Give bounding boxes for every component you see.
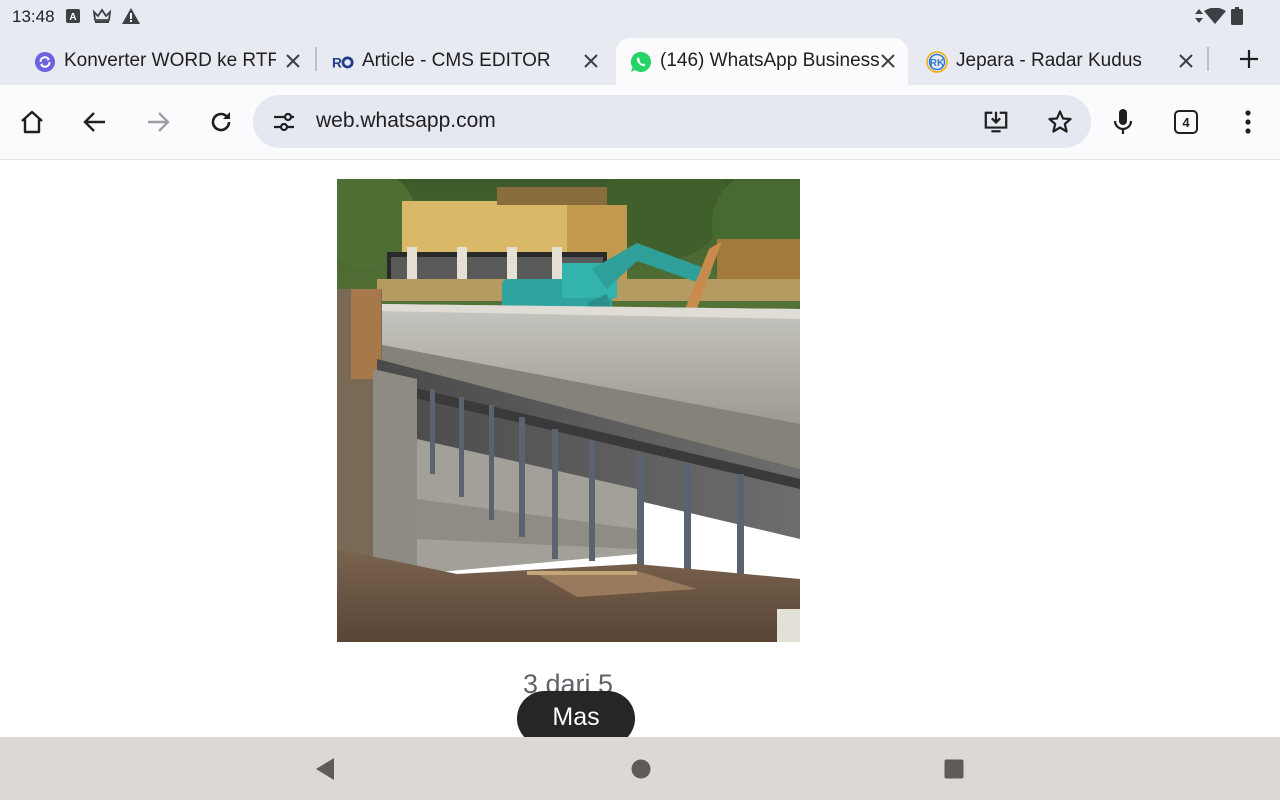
status-bar: 13:48 A bbox=[0, 0, 1280, 34]
svg-text:A: A bbox=[69, 12, 76, 23]
a-box-icon: A bbox=[66, 7, 80, 25]
crown-icon bbox=[92, 7, 112, 25]
nav-recents-button[interactable] bbox=[940, 755, 968, 783]
tab-switcher-button[interactable]: 4 bbox=[1168, 104, 1204, 140]
bookmark-star-icon[interactable] bbox=[1047, 109, 1073, 135]
close-icon[interactable] bbox=[282, 50, 304, 72]
forward-button[interactable] bbox=[140, 104, 176, 140]
close-icon[interactable] bbox=[1175, 50, 1197, 72]
tab-title: Konverter WORD ke RTF - bbox=[64, 50, 276, 71]
whatsapp-icon bbox=[630, 51, 652, 73]
tab-konverter[interactable]: Konverter WORD ke RTF - bbox=[20, 38, 316, 85]
svg-text:R: R bbox=[332, 56, 342, 71]
circle-home-icon bbox=[631, 759, 651, 779]
site-settings-icon[interactable] bbox=[271, 109, 297, 135]
back-button[interactable] bbox=[77, 104, 113, 140]
forward-arrow-icon bbox=[148, 112, 170, 132]
home-button[interactable] bbox=[14, 104, 50, 140]
warning-icon bbox=[122, 7, 140, 25]
system-nav-bar bbox=[0, 737, 1280, 800]
page-content: 3 dari 5 Mas bbox=[0, 161, 1280, 737]
close-icon[interactable] bbox=[877, 50, 899, 72]
tab-article-cms[interactable]: R Article - CMS EDITOR bbox=[318, 38, 614, 85]
status-time: 13:48 bbox=[12, 7, 55, 26]
wifi-icon bbox=[1204, 7, 1226, 25]
tab-count: 4 bbox=[1174, 110, 1198, 134]
nav-home-button[interactable] bbox=[627, 755, 655, 783]
install-app-icon[interactable] bbox=[983, 109, 1009, 135]
data-arrows-icon bbox=[1194, 7, 1204, 25]
plus-icon bbox=[1240, 50, 1258, 68]
url-text[interactable]: web.whatsapp.com bbox=[316, 109, 496, 133]
tab-whatsapp[interactable]: (146) WhatsApp Business bbox=[616, 38, 908, 85]
convert-icon bbox=[34, 51, 56, 73]
voice-search-button[interactable] bbox=[1105, 104, 1141, 140]
triangle-back-icon bbox=[316, 758, 334, 780]
tab-separator bbox=[315, 47, 317, 71]
tab-title: Jepara - Radar Kudus bbox=[956, 50, 1142, 71]
home-icon bbox=[21, 110, 43, 134]
menu-button[interactable] bbox=[1230, 104, 1266, 140]
nav-back-button[interactable] bbox=[311, 755, 339, 783]
more-vert-icon bbox=[1245, 110, 1251, 134]
tab-strip: Konverter WORD ke RTF - R Article - CMS … bbox=[0, 34, 1280, 85]
tab-title: (146) WhatsApp Business bbox=[660, 50, 880, 71]
sender-chip[interactable]: Mas bbox=[517, 691, 635, 737]
microphone-icon bbox=[1113, 109, 1133, 134]
rk-logo-icon: RK bbox=[926, 51, 948, 73]
address-bar[interactable]: web.whatsapp.com bbox=[253, 95, 1091, 148]
close-icon[interactable] bbox=[580, 50, 602, 72]
reload-button[interactable] bbox=[203, 104, 239, 140]
tab-title: Article - CMS EDITOR bbox=[362, 50, 551, 71]
battery-icon bbox=[1230, 7, 1244, 25]
back-arrow-icon bbox=[83, 112, 105, 132]
tab-separator bbox=[1207, 47, 1209, 71]
new-tab-button[interactable] bbox=[1234, 44, 1264, 74]
svg-text:RK: RK bbox=[930, 58, 945, 69]
ro-logo-icon: R bbox=[332, 51, 354, 73]
tab-radar-kudus[interactable]: RK Jepara - Radar Kudus bbox=[912, 38, 1206, 85]
media-image[interactable] bbox=[337, 179, 800, 642]
browser-toolbar: web.whatsapp.com 4 bbox=[0, 85, 1280, 160]
reload-icon bbox=[211, 112, 231, 132]
square-recents-icon bbox=[944, 759, 964, 779]
